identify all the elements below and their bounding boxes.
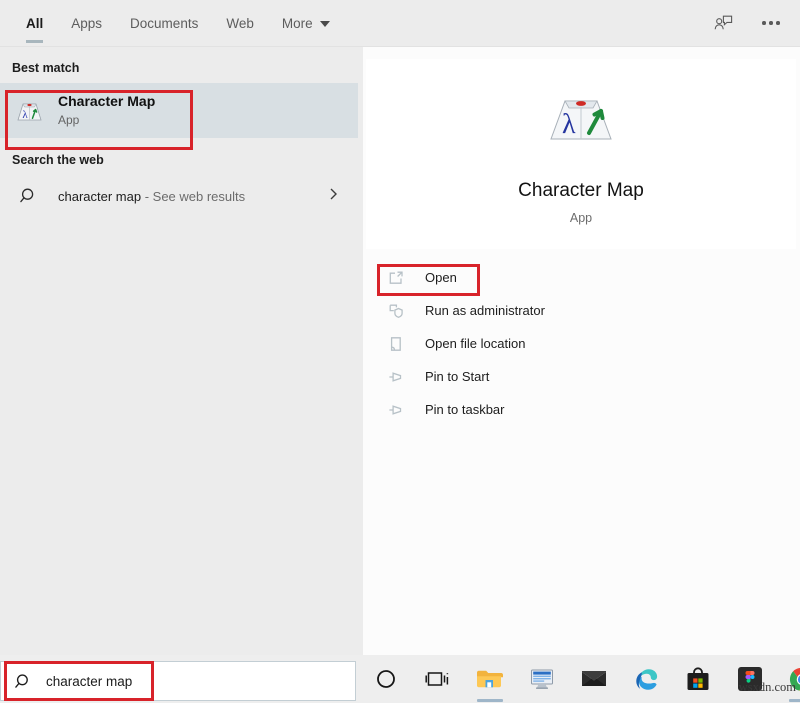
taskbar-search-box[interactable]: character map — [0, 661, 356, 701]
chevron-right-icon[interactable] — [327, 186, 340, 207]
action-pin-to-taskbar[interactable]: Pin to taskbar — [363, 393, 800, 426]
more-options-icon[interactable] — [756, 8, 786, 38]
tab-more[interactable]: More — [268, 0, 344, 46]
ellipsis-glyph — [762, 21, 780, 25]
feedback-icon[interactable] — [708, 8, 738, 38]
remote-desktop-icon[interactable] — [516, 655, 568, 703]
best-match-heading: Best match — [12, 61, 80, 75]
web-search-suffix: - See web results — [141, 188, 246, 204]
pin-icon — [386, 367, 406, 387]
file-explorer-icon[interactable] — [464, 655, 516, 703]
tab-all[interactable]: All — [12, 0, 57, 46]
character-map-icon: λ — [12, 94, 46, 128]
search-icon — [14, 672, 33, 691]
action-open-file-location[interactable]: Open file location — [363, 327, 800, 360]
svg-text:λ: λ — [22, 109, 28, 121]
edge-icon[interactable] — [620, 655, 672, 703]
best-match-title: Character Map — [58, 93, 156, 110]
results-column: Best match λ Character Map App Search th… — [0, 46, 363, 655]
folder-icon — [386, 334, 406, 354]
search-icon — [12, 179, 46, 213]
chrome-icon[interactable] — [776, 655, 800, 703]
app-actions-list: Open Run as administrator Open file loca… — [363, 261, 800, 426]
tab-web[interactable]: Web — [212, 0, 268, 46]
tab-apps[interactable]: Apps — [57, 0, 116, 46]
site-watermark: wsxdn.com — [738, 680, 796, 694]
pin-icon — [386, 400, 406, 420]
action-open-label: Open — [425, 270, 457, 285]
tab-documents-label: Documents — [130, 15, 199, 31]
mail-icon[interactable] — [568, 655, 620, 703]
action-open-file-location-label: Open file location — [425, 336, 526, 351]
shield-icon — [386, 301, 406, 321]
open-in-new-icon — [386, 268, 406, 288]
tab-documents[interactable]: Documents — [116, 0, 212, 46]
cortana-icon[interactable] — [360, 655, 412, 703]
action-run-as-administrator-label: Run as administrator — [425, 303, 545, 318]
best-match-subtitle: App — [58, 112, 80, 127]
action-pin-to-start-label: Pin to Start — [425, 369, 490, 384]
preview-app-title: Character Map — [518, 180, 644, 201]
tab-apps-label: Apps — [71, 15, 103, 31]
windows-search-flyout: All Apps Documents Web More Best match λ… — [0, 0, 800, 655]
search-the-web-heading: Search the web — [12, 153, 104, 167]
microsoft-store-icon[interactable] — [672, 655, 724, 703]
svg-text:λ: λ — [562, 109, 576, 140]
figma-icon[interactable] — [724, 655, 776, 703]
search-filter-tabbar: All Apps Documents Web More — [0, 0, 800, 46]
tab-web-label: Web — [226, 15, 254, 31]
taskbar-icon-strip — [360, 655, 800, 703]
best-match-texts: Character Map App — [58, 92, 155, 129]
tab-more-label: More — [281, 15, 313, 31]
best-match-result[interactable]: λ Character Map App — [0, 83, 358, 138]
action-pin-to-taskbar-label: Pin to taskbar — [425, 402, 505, 417]
tabbar-actions — [708, 0, 800, 46]
web-search-label: character map - See web results — [58, 189, 245, 204]
app-preview-card: λ Character Map App — [366, 59, 796, 249]
character-map-icon: λ — [537, 83, 625, 160]
web-search-result[interactable]: character map - See web results — [0, 175, 358, 217]
action-pin-to-start[interactable]: Pin to Start — [363, 360, 800, 393]
web-search-query: character map — [58, 188, 142, 204]
action-run-as-administrator[interactable]: Run as administrator — [363, 294, 800, 327]
preview-app-kind: App — [569, 211, 593, 225]
tab-list: All Apps Documents Web More — [0, 0, 344, 46]
chevron-down-icon — [319, 21, 330, 27]
action-open[interactable]: Open — [363, 261, 800, 294]
taskbar-search-value: character map — [46, 673, 133, 689]
preview-column: λ Character Map App Open Run as administ… — [363, 46, 800, 655]
task-view-icon[interactable] — [412, 655, 464, 703]
tab-all-label: All — [26, 15, 44, 31]
